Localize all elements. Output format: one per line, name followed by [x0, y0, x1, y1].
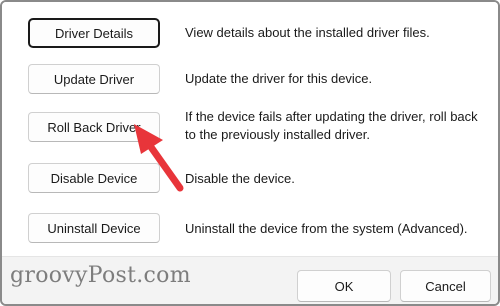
roll-back-driver-button[interactable]: Roll Back Driver: [28, 112, 160, 142]
driver-details-description: View details about the installed driver …: [185, 25, 430, 40]
roll-back-driver-description: If the device fails after updating the d…: [185, 109, 478, 142]
cancel-button-label: Cancel: [425, 278, 466, 294]
disable-device-description: Disable the device.: [185, 171, 295, 186]
cancel-button[interactable]: Cancel: [400, 270, 491, 302]
roll-back-driver-button-label: Roll Back Driver: [47, 119, 141, 135]
disable-device-button[interactable]: Disable Device: [28, 163, 160, 193]
update-driver-button-label: Update Driver: [53, 71, 135, 87]
disable-device-button-label: Disable Device: [50, 170, 138, 186]
watermark: groovyPost.com: [10, 263, 191, 288]
uninstall-device-button[interactable]: Uninstall Device: [28, 213, 160, 243]
driver-actions-panel: Driver Details View details about the in…: [2, 2, 498, 256]
uninstall-device-description: Uninstall the device from the system (Ad…: [185, 221, 468, 236]
uninstall-device-button-label: Uninstall Device: [47, 220, 141, 236]
update-driver-button[interactable]: Update Driver: [28, 64, 160, 94]
ok-button-label: OK: [334, 278, 354, 294]
driver-details-button-label: Driver Details: [54, 25, 133, 41]
ok-button[interactable]: OK: [297, 270, 391, 302]
update-driver-description: Update the driver for this device.: [185, 71, 373, 86]
driver-details-button[interactable]: Driver Details: [28, 18, 160, 48]
driver-tab-dialog: Driver Details View details about the in…: [0, 0, 500, 306]
